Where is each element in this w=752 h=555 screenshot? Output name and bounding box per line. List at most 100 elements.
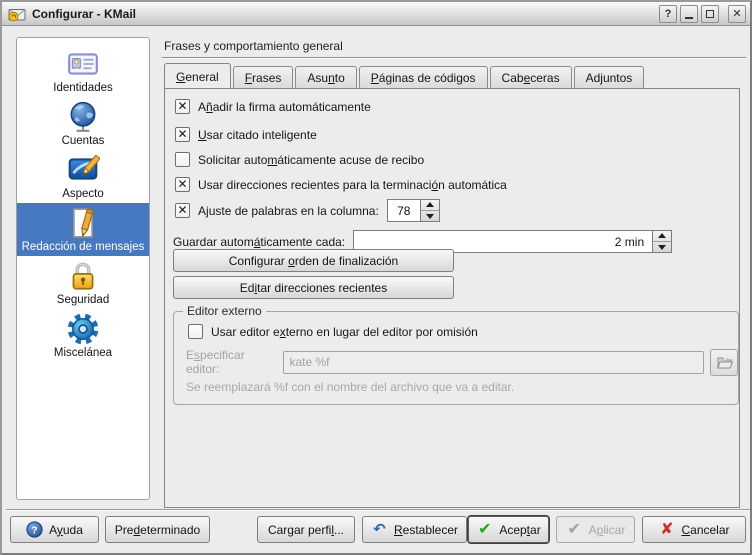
tab-cabeceras[interactable]: Cabeceras: [490, 66, 572, 89]
cancel-button[interactable]: ✘ Cancelar: [642, 516, 746, 543]
edit-recent-addresses-button[interactable]: Editar direcciones recientes: [173, 276, 454, 299]
help-glyph: ?: [665, 8, 672, 20]
ok-button[interactable]: ✔ Aceptar: [468, 516, 549, 543]
wordwrap-label: Ajuste de palabras en la columna:: [198, 204, 379, 218]
recent-addresses-checkbox[interactable]: [175, 177, 190, 192]
external-editor-checkbox-row: Usar editor externo en lugar del editor …: [188, 324, 478, 339]
header-separator: [162, 57, 746, 59]
help-window-button[interactable]: ?: [659, 5, 677, 23]
help-icon: ?: [26, 521, 43, 538]
editor-command-input[interactable]: kate %f: [283, 351, 704, 374]
close-button[interactable]: ✕: [728, 5, 746, 23]
cancel-x-icon: ✘: [658, 521, 675, 538]
tab-label: Adjuntos: [586, 71, 633, 85]
check-icon: ✔: [476, 521, 493, 538]
completion-order-button[interactable]: Configurar orden de finalización: [173, 249, 454, 272]
checkbox-row-citado: Usar citado inteligente: [175, 127, 317, 142]
sidebar-item-seguridad[interactable]: Seguridad: [17, 256, 149, 309]
padlock-icon: [66, 259, 100, 293]
button-label: Restablecer: [394, 523, 458, 537]
button-label: Cargar perfil...: [268, 523, 344, 537]
defaults-button[interactable]: Predeterminado: [105, 516, 210, 543]
wordwrap-spinbox: 78: [387, 199, 440, 222]
checkbox-label: Solicitar automáticamente acuse de recib…: [198, 153, 424, 167]
tab-frases[interactable]: Frases: [233, 66, 294, 89]
request-receipt-checkbox[interactable]: [175, 152, 190, 167]
wordwrap-checkbox[interactable]: [175, 203, 190, 218]
autosave-spin-buttons: [653, 230, 672, 253]
sidebar-item-label: Miscelánea: [54, 347, 112, 360]
spin-up-icon[interactable]: [653, 231, 671, 242]
tab-adjuntos[interactable]: Adjuntos: [574, 66, 645, 89]
autosave-label: Guardar automáticamente cada:: [173, 235, 345, 249]
sidebar-item-cuentas[interactable]: Cuentas: [17, 97, 149, 150]
window-title: Configurar - KMail: [32, 7, 656, 21]
button-label: Cancelar: [681, 523, 729, 537]
wordwrap-value[interactable]: 78: [387, 199, 421, 222]
undo-icon: ↶: [371, 521, 388, 538]
checkbox-label: Usar direcciones recientes para la termi…: [198, 178, 507, 192]
button-label: Editar direcciones recientes: [240, 281, 387, 295]
editor-command-label: Especificar editor:: [186, 348, 280, 376]
group-title: Editor externo: [183, 304, 266, 318]
editor-hint-text: Se reemplazará %f con el nombre del arch…: [186, 380, 514, 394]
button-label: Predeterminado: [115, 523, 200, 537]
close-icon: ✕: [732, 7, 741, 20]
sidebar-item-aspecto[interactable]: Aspecto: [17, 150, 149, 203]
sidebar-item-label: Seguridad: [57, 294, 109, 307]
window-titlebar[interactable]: Configurar - KMail ? ✕: [2, 2, 750, 26]
tab-label: Páginas de códigos: [371, 71, 476, 85]
tab-general[interactable]: General: [164, 63, 231, 90]
identity-card-icon: [66, 47, 100, 81]
general-tab-panel: Añadir la firma automáticamente Usar cit…: [164, 88, 740, 508]
sidebar-item-miscelanea[interactable]: Miscelánea: [17, 309, 149, 362]
svg-text:?: ?: [31, 524, 37, 536]
spin-up-icon[interactable]: [421, 200, 439, 211]
sidebar-item-label: Aspecto: [62, 188, 104, 201]
kmail-app-icon: [8, 5, 26, 23]
checkbox-row-firma: Añadir la firma automáticamente: [175, 99, 371, 114]
sidebar-item-identidades[interactable]: Identidades: [17, 44, 149, 97]
smart-quoting-checkbox[interactable]: [175, 127, 190, 142]
gear-icon: [66, 312, 100, 346]
apply-button[interactable]: ✔ Aplicar: [556, 516, 635, 543]
checkbox-row-acuse: Solicitar automáticamente acuse de recib…: [175, 152, 424, 167]
check-icon-disabled: ✔: [566, 521, 583, 538]
help-button[interactable]: ? Ayuda: [10, 516, 99, 543]
use-external-editor-checkbox[interactable]: [188, 324, 203, 339]
folder-open-icon: [716, 354, 733, 371]
button-label: Configurar orden de finalización: [229, 254, 398, 268]
button-label: Aplicar: [589, 523, 626, 537]
wordwrap-row: Ajuste de palabras en la columna: 78: [175, 199, 440, 222]
tab-label: Cabeceras: [502, 71, 560, 85]
maximize-icon: [706, 10, 714, 18]
minimize-icon: [685, 17, 693, 19]
page-title: Frases y comportamiento general: [164, 39, 343, 53]
spin-down-icon[interactable]: [421, 211, 439, 221]
tab-label: Frases: [245, 71, 282, 85]
wordwrap-spin-buttons: [421, 199, 440, 222]
sidebar-item-label: Cuentas: [62, 135, 105, 148]
editor-command-row: Especificar editor: kate %f: [186, 348, 738, 376]
tab-asunto[interactable]: Asunto: [295, 66, 356, 89]
checkbox-row-direcciones: Usar direcciones recientes para la termi…: [175, 177, 507, 192]
external-editor-group: Editor externo Usar editor externo en lu…: [173, 311, 739, 405]
browse-editor-button[interactable]: [710, 349, 738, 376]
button-label: Ayuda: [49, 523, 83, 537]
sidebar-item-label: Identidades: [53, 82, 112, 95]
reset-button[interactable]: ↶ Restablecer: [362, 516, 467, 543]
maximize-button[interactable]: [701, 5, 719, 23]
spin-down-icon[interactable]: [653, 242, 671, 252]
compose-icon: [66, 206, 100, 240]
add-signature-checkbox[interactable]: [175, 99, 190, 114]
tab-label: General: [176, 70, 219, 84]
category-list: Identidades Cuentas: [16, 37, 150, 500]
load-profile-button[interactable]: Cargar perfil...: [257, 516, 355, 543]
tab-paginas-de-codigos[interactable]: Páginas de códigos: [359, 66, 488, 89]
minimize-button[interactable]: [680, 5, 698, 23]
sidebar-item-redaccion[interactable]: Redacción de mensajes: [17, 203, 149, 256]
configure-dialog: Configurar - KMail ? ✕ Identidades: [0, 0, 752, 555]
checkbox-label: Añadir la firma automáticamente: [198, 100, 371, 114]
checkbox-label: Usar citado inteligente: [198, 128, 317, 142]
sidebar-item-label: Redacción de mensajes: [22, 241, 145, 254]
